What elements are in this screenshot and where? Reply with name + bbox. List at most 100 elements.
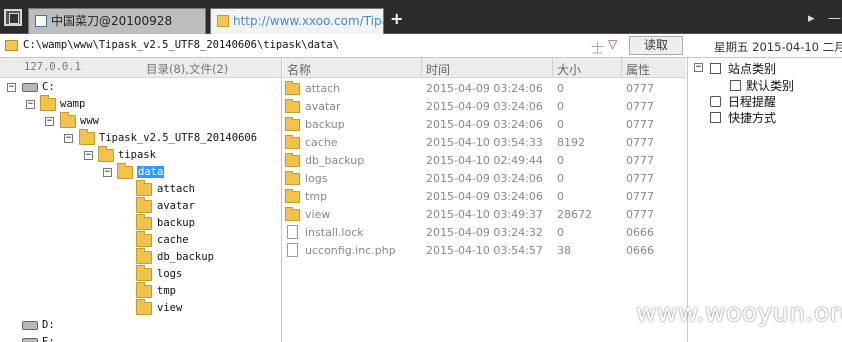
file-list-header: 名称 时间 大小 属性	[283, 58, 686, 78]
folder-icon	[136, 180, 152, 196]
folder-icon	[285, 189, 300, 203]
file-attr-cell: 0777	[626, 82, 654, 95]
folder-icon	[40, 95, 56, 111]
file-time-cell: 2015-04-10 03:54:57	[426, 244, 543, 257]
file-attr-cell: 0777	[626, 190, 654, 203]
path-dropdown-icon[interactable]: ▽	[608, 37, 617, 51]
tree-node-label: tmp	[157, 285, 176, 297]
sidebar-item-label: 站点类别	[728, 62, 777, 76]
tab-title: http://www.xxoo.com/Tipask...	[233, 14, 383, 28]
folder-icon	[285, 135, 300, 149]
datetime-display: 星期五 2015-04-10 二月廿	[714, 40, 842, 54]
folder-icon	[285, 171, 300, 185]
file-icon	[287, 243, 298, 257]
column-header-name[interactable]: 名称	[287, 61, 311, 78]
file-size-cell: 0	[557, 118, 564, 131]
dir-file-count: 目录(8),文件(2)	[146, 62, 229, 76]
file-size-cell: 0	[557, 172, 564, 185]
collapse-icon[interactable]: −	[26, 100, 35, 109]
file-size-cell: 0	[557, 226, 564, 239]
tree-node-label: cache	[157, 234, 189, 246]
file-row[interactable]: backup 2015-04-09 03:24:06 0 0777	[283, 116, 686, 134]
file-row[interactable]: view 2015-04-10 03:49:37 28672 0777	[283, 206, 686, 224]
file-name-cell: backup	[305, 118, 345, 131]
tree-node-label: wamp	[60, 98, 86, 110]
shortcut-icon	[710, 112, 721, 123]
tree-node-label: view	[157, 302, 183, 314]
column-divider[interactable]	[552, 58, 553, 78]
tab-title: 中国菜刀@20100928	[51, 14, 173, 28]
drive-icon	[22, 321, 38, 330]
tree-node-label: C:	[42, 81, 55, 93]
tree-node-label: tipask	[118, 149, 156, 161]
column-header-time[interactable]: 时间	[426, 61, 450, 78]
file-size-cell: 0	[557, 190, 564, 203]
nav-right-icon[interactable]: ▸	[808, 11, 815, 26]
collapse-icon[interactable]: −	[103, 168, 112, 177]
file-row[interactable]: install.lock 2015-04-09 03:24:32 0 0666	[283, 224, 686, 242]
calendar-icon	[710, 96, 721, 107]
column-divider[interactable]	[621, 58, 622, 78]
directory-tree: 127.0.0.1 目录(8),文件(2) − C: − wamp − www …	[0, 58, 282, 342]
tree-node-label-selected: data	[137, 166, 165, 178]
category-icon	[730, 80, 741, 91]
file-list: 名称 时间 大小 属性 attach 2015-04-09 03:24:06 0 07…	[283, 58, 686, 342]
minimize-icon[interactable]: —	[828, 11, 841, 26]
tree-node-label: E:	[42, 336, 55, 342]
tree-node-label: www	[80, 115, 99, 127]
collapse-icon[interactable]: −	[7, 83, 16, 92]
file-row[interactable]: ucconfig.inc.php 2015-04-10 03:54:57 38 066…	[283, 242, 686, 260]
file-size-cell: 0	[557, 100, 564, 113]
tab-caidao[interactable]: 中国菜刀@20100928	[28, 8, 206, 34]
column-divider[interactable]	[421, 58, 422, 78]
file-row[interactable]: tmp 2015-04-09 03:24:06 0 0777	[283, 188, 686, 206]
folder-open-icon	[117, 163, 133, 179]
file-row[interactable]: logs 2015-04-09 03:24:06 0 0777	[283, 170, 686, 188]
file-time-cell: 2015-04-09 03:24:06	[426, 190, 543, 203]
column-header-attr[interactable]: 属性	[626, 61, 650, 78]
app-menu-icon[interactable]	[4, 9, 22, 26]
drive-icon	[22, 338, 38, 342]
file-attr-cell: 0777	[626, 100, 654, 113]
folder-icon	[136, 265, 152, 281]
file-time-cell: 2015-04-09 03:24:06	[426, 118, 543, 131]
folder-icon	[5, 40, 18, 51]
file-name-cell: avatar	[305, 100, 341, 113]
collapse-icon[interactable]: −	[694, 63, 703, 72]
sidebar-item-label: 日程提醒	[728, 95, 777, 109]
file-time-cell: 2015-04-09 03:24:06	[426, 172, 543, 185]
file-attr-cell: 0666	[626, 244, 654, 257]
watermark-text: www.wooyun.org	[636, 298, 842, 327]
file-row[interactable]: db_backup 2015-04-10 02:49:44 0 0777	[283, 152, 686, 170]
collapse-icon[interactable]: −	[45, 117, 54, 126]
tree-node-label: avatar	[157, 200, 195, 212]
folder-icon	[285, 153, 300, 167]
file-row[interactable]: cache 2015-04-10 03:54:33 8192 0777	[283, 134, 686, 152]
file-attr-cell: 0666	[626, 226, 654, 239]
folder-icon	[285, 117, 300, 131]
column-header-size[interactable]: 大小	[557, 61, 581, 78]
tab-browser[interactable]: http://www.xxoo.com/Tipask...	[210, 8, 384, 34]
tree-node-label: logs	[157, 268, 183, 280]
target-ip: 127.0.0.1	[24, 61, 81, 73]
window-icon	[35, 15, 47, 27]
category-icon	[710, 63, 721, 74]
file-time-cell: 2015-04-09 03:24:06	[426, 82, 543, 95]
collapse-icon[interactable]: −	[84, 151, 93, 160]
new-tab-button[interactable]: +	[390, 9, 403, 29]
collapse-icon[interactable]: −	[64, 134, 73, 143]
path-input[interactable]: C:\wamp\www\Tipask_v2.5_UTF8_20140606\ti…	[23, 39, 339, 51]
file-row[interactable]: attach 2015-04-09 03:24:06 0 0777	[283, 80, 686, 98]
favorite-icon[interactable]: 士	[591, 38, 604, 57]
sidebar-item-label: 快捷方式	[728, 111, 777, 125]
folder-icon	[285, 81, 300, 95]
read-button[interactable]: 读取	[629, 36, 683, 55]
folder-icon	[79, 129, 95, 145]
folder-icon	[285, 99, 300, 113]
file-time-cell: 2015-04-09 03:24:32	[426, 226, 543, 239]
file-row[interactable]: avatar 2015-04-09 03:24:06 0 0777	[283, 98, 686, 116]
folder-icon	[136, 197, 152, 213]
file-size-cell: 28672	[557, 208, 592, 221]
file-name-cell: db_backup	[305, 154, 365, 167]
file-name-cell: install.lock	[305, 226, 364, 239]
